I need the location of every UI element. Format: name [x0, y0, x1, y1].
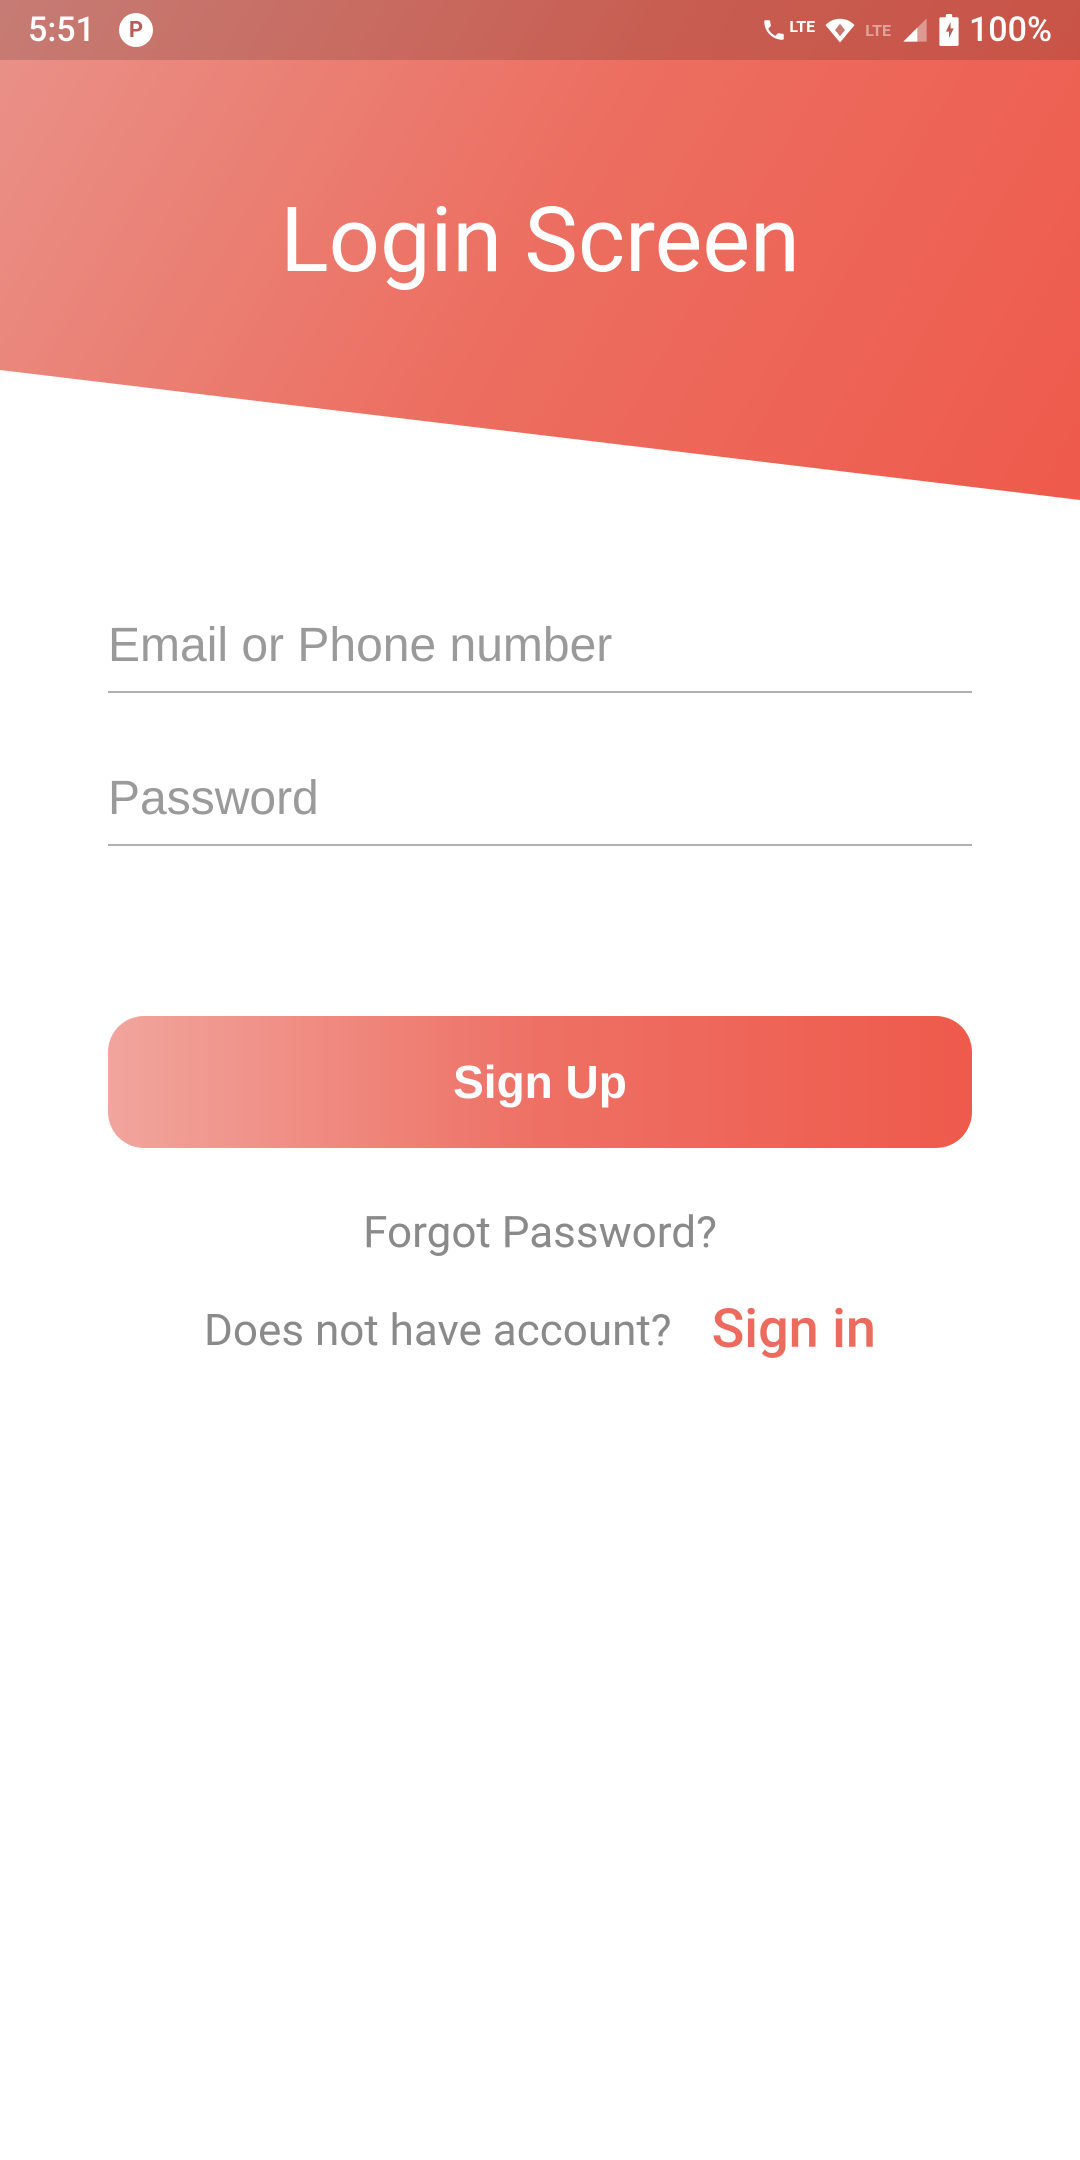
page-title: Login Screen — [280, 188, 800, 293]
status-bar: 5:51 P LTE LTE 100% — [0, 0, 1080, 60]
login-form: Sign Up Forgot Password? Does not have a… — [0, 600, 1080, 1361]
status-time: 5:51 — [28, 10, 95, 50]
signin-prompt: Does not have account? — [204, 1304, 672, 1356]
signal-icon — [901, 16, 929, 44]
lte-label-dim: LTE — [865, 21, 891, 40]
app-p-icon: P — [119, 13, 153, 47]
password-field[interactable] — [108, 753, 972, 846]
password-input-group — [108, 753, 972, 846]
status-right: LTE LTE 100% — [761, 10, 1052, 50]
battery-percent: 100% — [969, 10, 1052, 50]
header-banner: Login Screen — [0, 0, 1080, 500]
phone-lte-icon: LTE — [761, 17, 815, 43]
battery-charging-icon — [939, 14, 959, 46]
email-field[interactable] — [108, 600, 972, 693]
wifi-icon — [825, 15, 855, 45]
status-left: 5:51 P — [28, 10, 153, 50]
signup-button[interactable]: Sign Up — [108, 1016, 972, 1148]
signin-link[interactable]: Sign in — [712, 1298, 876, 1361]
email-input-group — [108, 600, 972, 693]
lte-label: LTE — [789, 17, 815, 36]
forgot-password-link[interactable]: Forgot Password? — [108, 1206, 972, 1258]
signin-row: Does not have account? Sign in — [108, 1298, 972, 1361]
